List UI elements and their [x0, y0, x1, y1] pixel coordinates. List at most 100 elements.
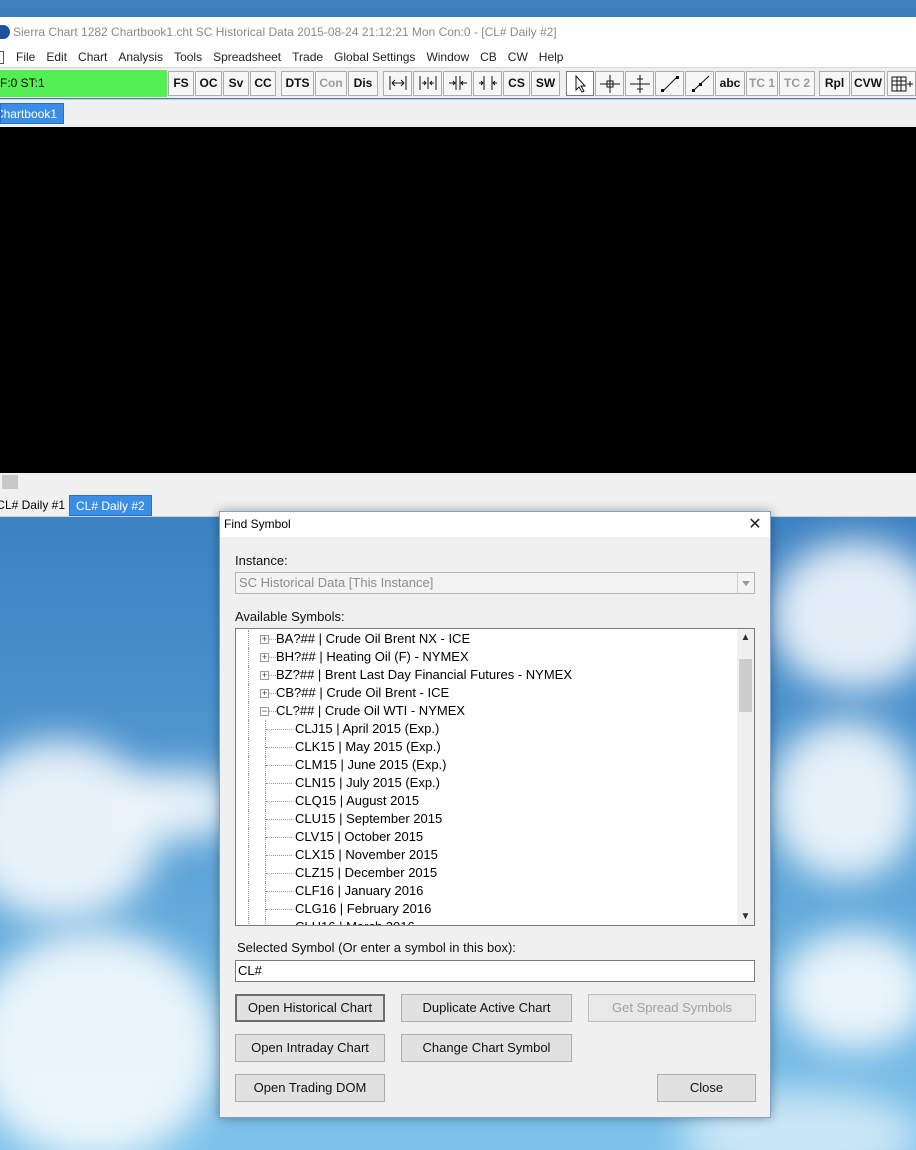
tree-symbol-row[interactable]: CLV15 | October 2015 [236, 828, 738, 846]
tree-symbol-row[interactable]: CLX15 | November 2015 [236, 846, 738, 864]
expand-icon[interactable]: + [260, 635, 269, 644]
open-intraday-chart-button[interactable]: Open Intraday Chart [235, 1034, 385, 1062]
open-trading-dom-button[interactable]: Open Trading DOM [235, 1074, 385, 1102]
desktop-cloud [0, 740, 160, 920]
menu-trade[interactable]: Trade [288, 50, 330, 64]
tree-symbol-row[interactable]: CLM15 | June 2015 (Exp.) [236, 756, 738, 774]
chart-scrollbar[interactable] [0, 473, 916, 493]
cs-button[interactable]: CS [503, 71, 530, 96]
rpl-button[interactable]: Rpl [819, 71, 850, 96]
crosshair-icon[interactable] [595, 71, 624, 96]
menu-chart[interactable]: Chart [74, 50, 114, 64]
sw-button[interactable]: SW [531, 71, 560, 96]
symbols-tree[interactable]: + BA?## | Crude Oil Brent NX - ICE + BH?## … [235, 628, 755, 926]
toolbar: F:0 ST:1 FS OC Sv CC DTS Con Dis CS SW a… [0, 67, 916, 98]
dialog-title-bar[interactable]: Find Symbol ✕ [220, 512, 770, 537]
menu-help[interactable]: Help [535, 50, 571, 64]
tree-row-label: CLK15 | May 2015 (Exp.) [295, 739, 441, 754]
chart-tab-1-label: CL# Daily #1 [0, 498, 65, 512]
grid-icon[interactable] [887, 71, 916, 96]
symbols-tree-rows: + BA?## | Crude Oil Brent NX - ICE + BH?## … [236, 629, 738, 925]
desktop-cloud [770, 720, 916, 880]
scroll-down-icon[interactable]: ▼ [737, 908, 754, 925]
chart-tab-2[interactable]: CL# Daily #2 [69, 495, 152, 516]
cc-button[interactable]: CC [250, 71, 276, 96]
tree-guide-line [248, 666, 249, 684]
tree-guide-line [265, 918, 266, 925]
scrollbar-thumb[interactable] [2, 475, 18, 489]
con-button[interactable]: Con [315, 71, 347, 96]
dis-button[interactable]: Dis [348, 71, 378, 96]
tree-guide-line [266, 747, 292, 748]
dts-button[interactable]: DTS [281, 71, 314, 96]
tree-symbol-row[interactable]: CLG16 | February 2016 [236, 900, 738, 918]
tree-guide-line [248, 756, 249, 774]
title-bar[interactable]: Sierra Chart 1282 Chartbook1.cht SC Hist… [0, 17, 916, 47]
fs-button[interactable]: FS [168, 71, 194, 96]
tree-symbol-row[interactable]: CLN15 | July 2015 (Exp.) [236, 774, 738, 792]
system-menu-icon[interactable] [0, 50, 4, 64]
chevron-down-icon[interactable] [737, 573, 754, 593]
tree-symbol-row[interactable]: CLF16 | January 2016 [236, 882, 738, 900]
open-historical-chart-button[interactable]: Open Historical Chart [235, 994, 385, 1022]
arrows-expand-icon[interactable] [383, 71, 412, 96]
tree-guide-line [266, 729, 292, 730]
tree-group-row[interactable]: − CL?## | Crude Oil WTI - NYMEX [236, 702, 738, 720]
tc1-button[interactable]: TC 1 [746, 71, 778, 96]
line-tool-icon[interactable] [655, 71, 684, 96]
tree-scroll-thumb[interactable] [739, 659, 752, 712]
tree-scrollbar[interactable]: ▲ ▼ [737, 629, 754, 925]
expand-icon[interactable]: + [260, 671, 269, 680]
menu-spreadsheet[interactable]: Spreadsheet [209, 50, 288, 64]
tree-guide-line [248, 900, 249, 918]
close-icon[interactable]: ✕ [746, 516, 764, 534]
tree-symbol-row[interactable]: CLU15 | September 2015 [236, 810, 738, 828]
tree-symbol-row[interactable]: CLJ15 | April 2015 (Exp.) [236, 720, 738, 738]
instance-select[interactable]: SC Historical Data [This Instance] [235, 572, 755, 594]
sv-button[interactable]: Sv [223, 71, 249, 96]
tree-symbol-row[interactable]: CLK15 | May 2015 (Exp.) [236, 738, 738, 756]
tree-group-row[interactable]: + BA?## | Crude Oil Brent NX - ICE [236, 630, 738, 648]
tc2-button[interactable]: TC 2 [779, 71, 815, 96]
menu-cb[interactable]: CB [476, 50, 504, 64]
dialog-title: Find Symbol [224, 517, 291, 531]
tree-symbol-row[interactable]: CLZ15 | December 2015 [236, 864, 738, 882]
collapse-icon[interactable]: − [260, 707, 269, 716]
bar-spacing-increase-icon[interactable] [473, 71, 502, 96]
cvw-button[interactable]: CVW [851, 71, 885, 96]
chart-area[interactable] [0, 127, 916, 473]
tree-group-row[interactable]: + BZ?## | Brent Last Day Financial Future… [236, 666, 738, 684]
menu-global-settings[interactable]: Global Settings [330, 50, 422, 64]
scroll-up-icon[interactable]: ▲ [737, 629, 754, 646]
tree-group-row[interactable]: + BH?## | Heating Oil (F) - NYMEX [236, 648, 738, 666]
expand-icon[interactable]: + [260, 689, 269, 698]
ray-tool-icon[interactable] [685, 71, 714, 96]
bar-spacing-decrease-icon[interactable] [443, 71, 472, 96]
get-spread-symbols-button[interactable]: Get Spread Symbols [588, 994, 756, 1022]
menu-window[interactable]: Window [422, 50, 476, 64]
selected-symbol-input[interactable]: CL# [235, 960, 755, 982]
menu-edit[interactable]: Edit [42, 50, 74, 64]
tree-group-row[interactable]: + CB?## | Crude Oil Brent - ICE [236, 684, 738, 702]
tree-row-label: CLU15 | September 2015 [295, 811, 443, 826]
tree-row-label: BZ?## | Brent Last Day Financial Futures… [276, 667, 572, 682]
menu-tools[interactable]: Tools [170, 50, 209, 64]
menu-analysis[interactable]: Analysis [114, 50, 170, 64]
tree-symbol-row[interactable]: CLH16 | March 2016 [236, 918, 738, 925]
abc-button[interactable]: abc [715, 71, 745, 96]
pointer-icon[interactable] [566, 71, 594, 96]
menu-file[interactable]: File [12, 50, 42, 64]
app-icon [0, 25, 10, 39]
change-chart-symbol-button[interactable]: Change Chart Symbol [401, 1034, 572, 1062]
close-button[interactable]: Close [657, 1074, 756, 1102]
expand-icon[interactable]: + [260, 653, 269, 662]
cursor-cross-icon[interactable] [625, 71, 654, 96]
menu-cw[interactable]: CW [504, 50, 535, 64]
tree-row-label: CLM15 | June 2015 (Exp.) [295, 757, 447, 772]
oc-button[interactable]: OC [195, 71, 222, 96]
duplicate-active-chart-button[interactable]: Duplicate Active Chart [401, 994, 572, 1022]
chart-tab-1[interactable]: CL# Daily #1 [0, 495, 68, 516]
chartbook-tab[interactable]: Chartbook1 [0, 103, 64, 124]
arrows-contract-icon[interactable] [413, 71, 442, 96]
tree-symbol-row[interactable]: CLQ15 | August 2015 [236, 792, 738, 810]
